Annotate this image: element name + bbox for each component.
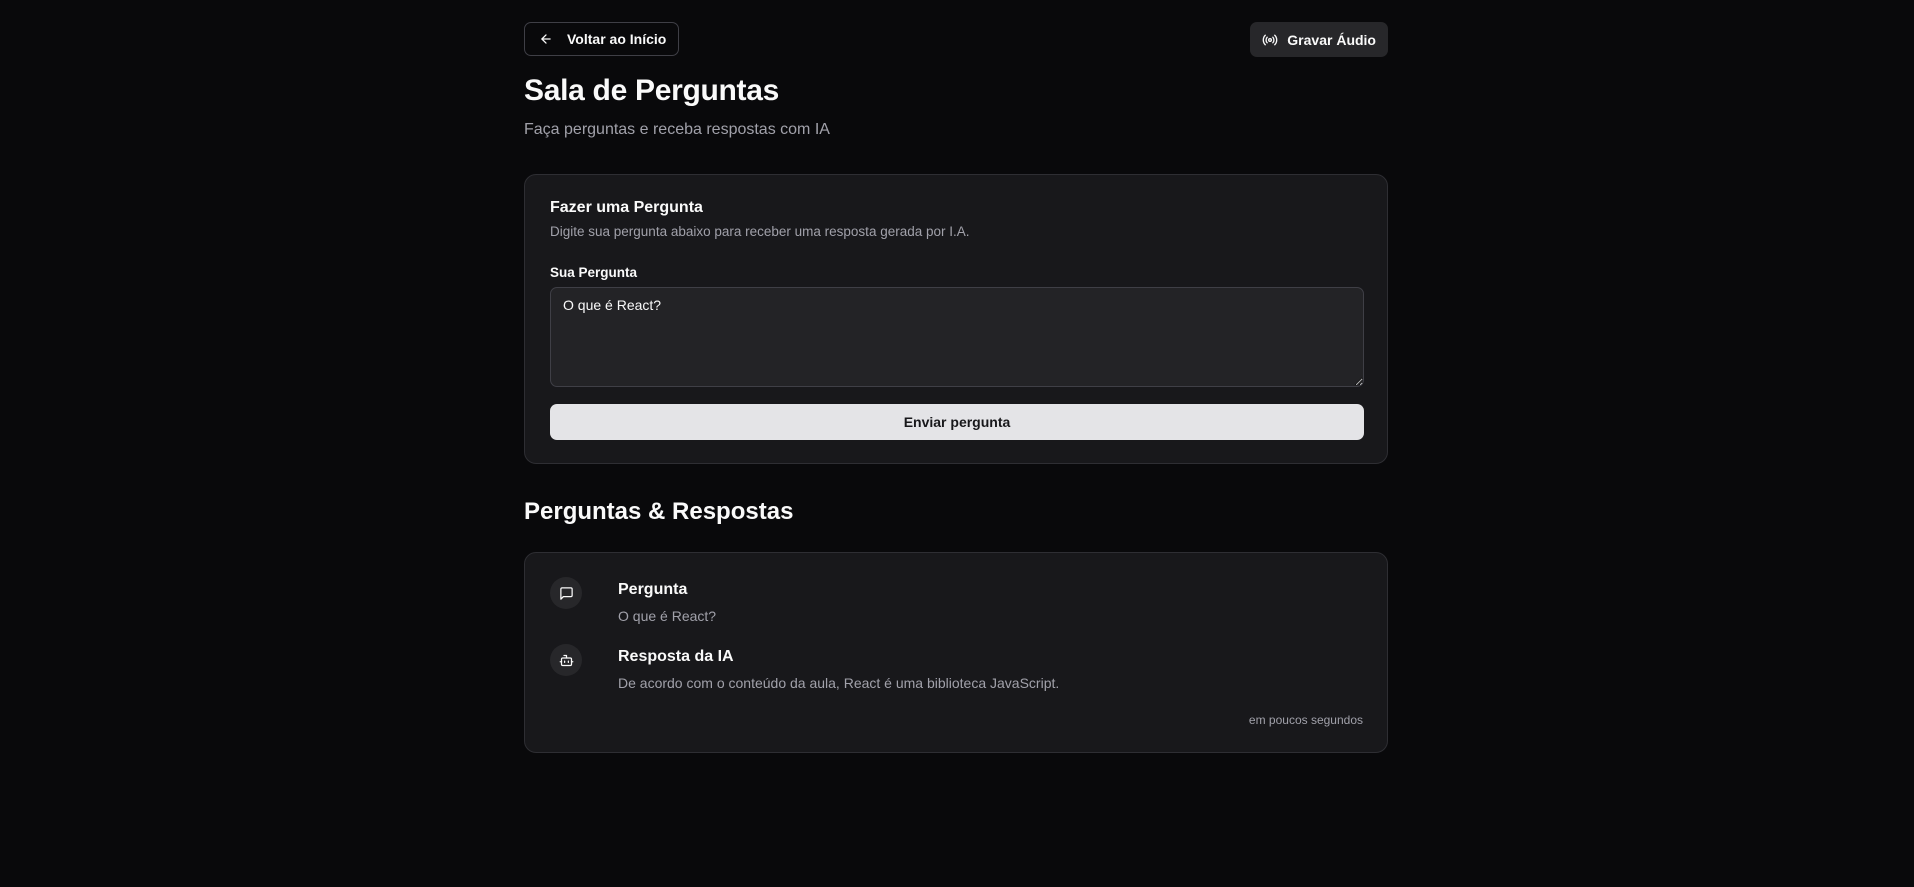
radio-icon [1262, 32, 1278, 48]
back-home-button[interactable]: Voltar ao Início [524, 22, 680, 56]
ask-question-card: Fazer uma Pergunta Digite sua pergunta a… [524, 174, 1388, 464]
bot-icon [559, 653, 574, 668]
message-square-icon [559, 586, 574, 601]
submit-question-button[interactable]: Enviar pergunta [550, 404, 1364, 440]
question-avatar [550, 577, 582, 609]
answer-timestamp: em poucos segundos [1248, 713, 1363, 727]
arrow-left-icon [539, 32, 553, 46]
page-title: Sala de Perguntas [524, 74, 779, 107]
ask-card-description: Digite sua pergunta abaixo para receber … [550, 224, 970, 239]
answer-heading: Resposta da IA [618, 648, 734, 665]
question-field-label: Sua Pergunta [550, 265, 638, 280]
ask-card-title: Fazer uma Pergunta [550, 199, 703, 216]
record-audio-button[interactable]: Gravar Áudio [1250, 22, 1388, 57]
answer-avatar [550, 644, 582, 676]
qa-card: Pergunta O que é React? Resposta da IA D… [524, 552, 1388, 753]
record-audio-label: Gravar Áudio [1287, 31, 1376, 48]
page-subtitle: Faça perguntas e receba respostas com IA [524, 121, 830, 138]
question-textarea[interactable]: O que é React? [550, 287, 1364, 387]
question-text: O que é React? [618, 608, 717, 624]
back-home-label: Voltar ao Início [567, 31, 667, 47]
top-bar: Voltar ao Início Gravar Áudio [524, 22, 1388, 58]
question-heading: Pergunta [618, 581, 688, 598]
qa-section-title: Perguntas & Respostas [524, 498, 794, 525]
answer-text: De acordo com o conteúdo da aula, React … [618, 675, 1060, 691]
